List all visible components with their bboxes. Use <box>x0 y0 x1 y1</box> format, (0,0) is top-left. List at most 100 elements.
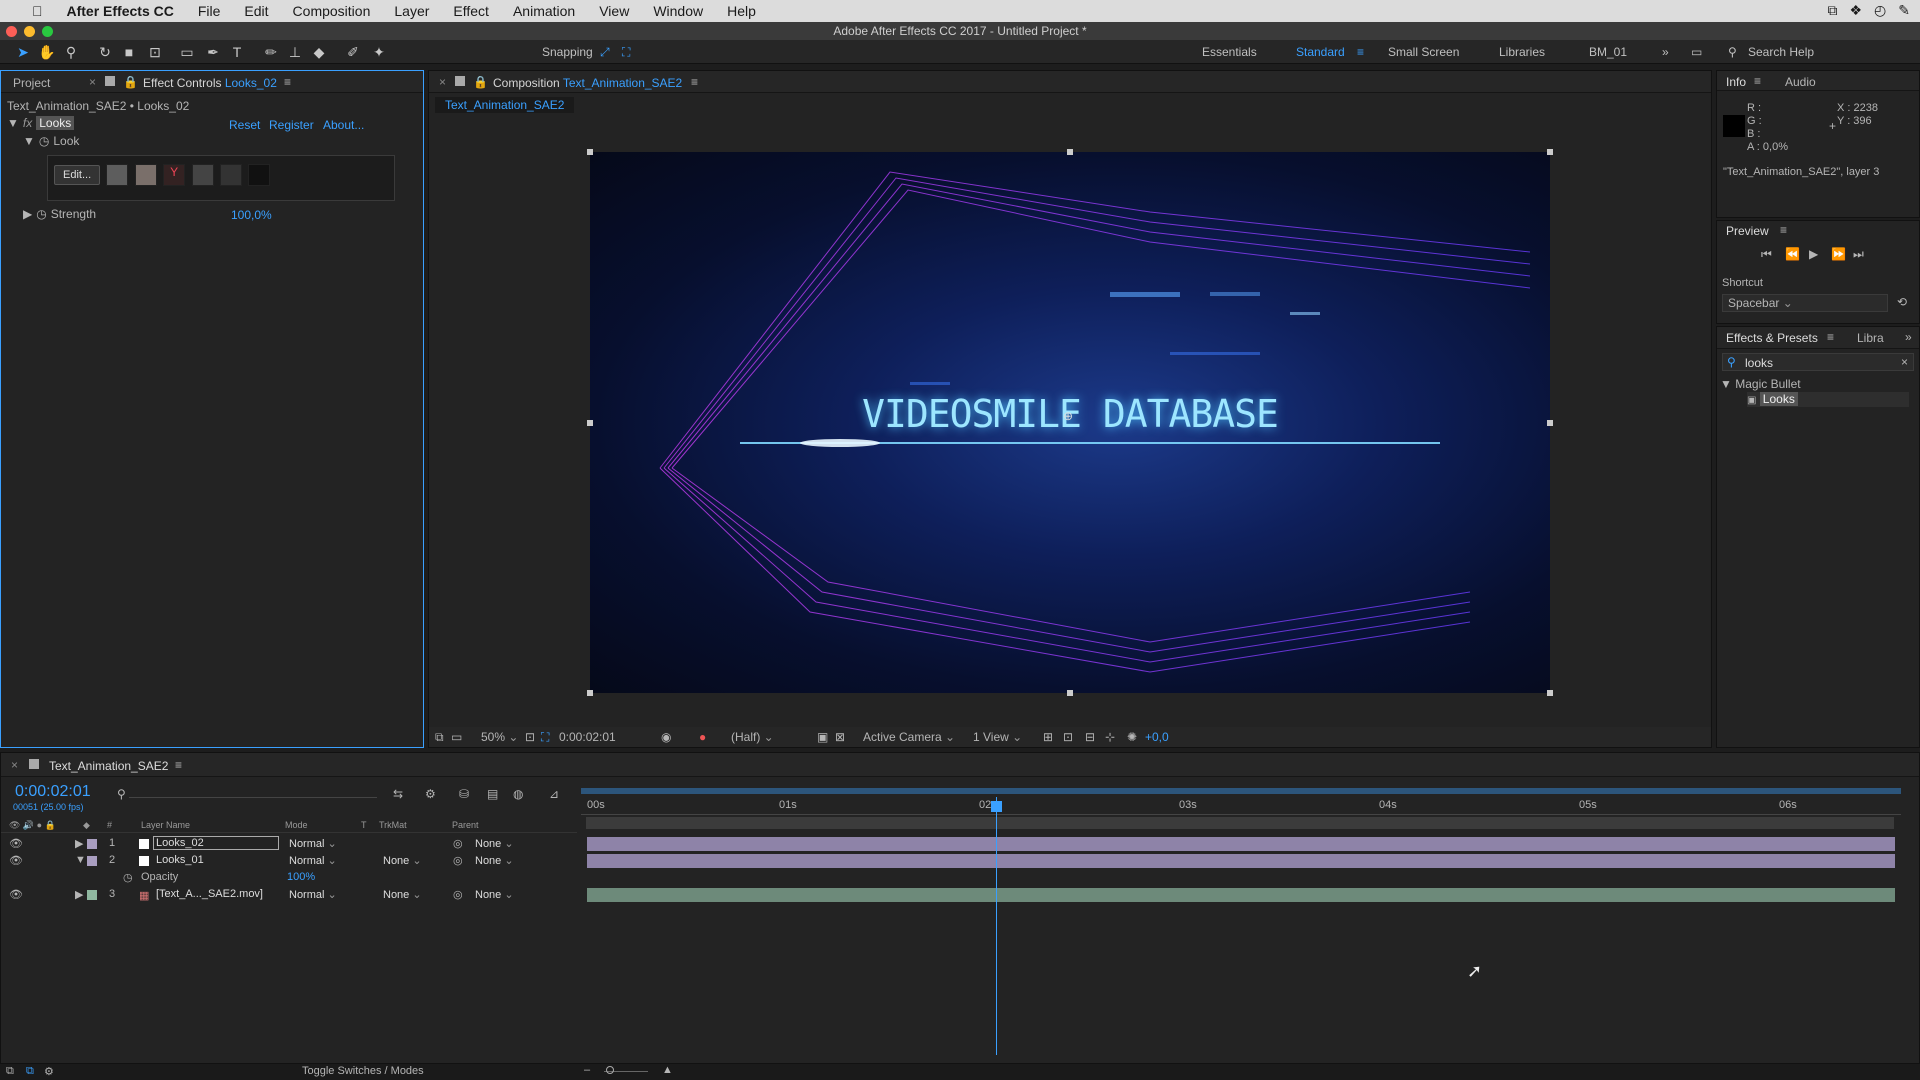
transparency-grid-icon[interactable]: ▣ <box>817 730 828 744</box>
apple-icon[interactable]:  <box>20 3 55 19</box>
menu-composition[interactable]: Composition <box>281 3 383 19</box>
always-preview-icon[interactable]: ⧉ <box>435 730 444 745</box>
effects-search-box[interactable]: ⚲ looks × <box>1722 353 1914 371</box>
dropbox-icon[interactable]: ❖ <box>1849 2 1862 19</box>
layer-bar[interactable] <box>587 837 1895 851</box>
previous-frame-icon[interactable]: ⏪ <box>1785 247 1800 261</box>
play-icon[interactable]: ▶ <box>1809 247 1818 261</box>
type-tool-icon[interactable]: T <box>228 43 246 61</box>
panel-menu-icon[interactable]: ≡ <box>1780 223 1787 237</box>
zoom-in-icon[interactable]: ▲ <box>662 1064 673 1076</box>
layer-row[interactable]: 👁 ▼ 2 Looks_01 Normal None ◎ None <box>1 853 577 869</box>
close-tab-icon[interactable]: × <box>11 758 18 772</box>
expand-triangle-icon[interactable]: ▼ <box>23 134 35 148</box>
camera-tool-icon[interactable]: ■ <box>120 43 138 61</box>
rotate-tool-icon[interactable]: ↻ <box>96 43 114 61</box>
reset-link[interactable]: Reset <box>229 118 260 132</box>
panel-menu-icon[interactable]: ≡ <box>1754 74 1761 88</box>
hand-tool-icon[interactable]: ✋ <box>38 43 56 61</box>
layer-name[interactable]: [Text_A..._SAE2.mov] <box>156 888 263 900</box>
snapping-edge-icon[interactable]: ⤢ <box>600 45 610 60</box>
monitor-icon[interactable]: ▭ <box>451 730 462 744</box>
menu-animation[interactable]: Animation <box>501 3 587 19</box>
lock-icon[interactable]: 🔒 <box>473 75 488 89</box>
reset-exposure-icon[interactable]: ✺ <box>1127 730 1137 744</box>
more-tabs-icon[interactable]: » <box>1905 330 1912 344</box>
transfer-controls-icon[interactable]: ⧉ <box>26 1065 34 1078</box>
opacity-value[interactable]: 100% <box>287 871 315 883</box>
flowchart-icon[interactable]: ⊹ <box>1105 730 1115 744</box>
menu-effect[interactable]: Effect <box>441 3 501 19</box>
selection-tool-icon[interactable]: ➤ <box>14 43 32 61</box>
tab-project[interactable]: Project <box>13 76 50 90</box>
tab-info[interactable]: Info <box>1726 75 1746 89</box>
region-icon[interactable]: ⛶ <box>541 730 549 745</box>
fast-preview-icon[interactable]: ⊡ <box>1063 730 1073 744</box>
stopwatch-icon[interactable]: ◷ <box>39 134 49 148</box>
register-link[interactable]: Register <box>269 118 314 132</box>
layer-search-icon[interactable]: ⚲ <box>117 787 126 801</box>
layer-bar[interactable] <box>587 854 1895 868</box>
expand-triangle-icon[interactable]: ▼ <box>75 854 86 866</box>
expand-triangle-icon[interactable]: ▶ <box>75 837 83 850</box>
label-color-swatch[interactable] <box>87 890 97 900</box>
panel-menu-icon[interactable]: ≡ <box>1827 330 1834 344</box>
transform-handle[interactable] <box>1067 690 1073 696</box>
time-machine-icon[interactable]: ◴ <box>1874 2 1886 19</box>
graph-editor-icon[interactable]: ⊿ <box>549 787 559 801</box>
transform-handle[interactable] <box>1067 149 1073 155</box>
label-color-swatch[interactable] <box>87 839 97 849</box>
menu-view[interactable]: View <box>587 3 641 19</box>
zoom-window-button[interactable] <box>42 26 53 37</box>
resolution-dropdown[interactable]: (Half) <box>731 730 774 744</box>
pen-tool-icon[interactable]: ✒ <box>204 43 222 61</box>
fit-icon[interactable]: ⊡ <box>525 730 535 744</box>
tab-timeline-comp[interactable]: Text_Animation_SAE2 <box>49 759 168 773</box>
menu-window[interactable]: Window <box>641 3 715 19</box>
tab-libraries[interactable]: Libra <box>1857 331 1884 345</box>
close-window-button[interactable] <box>6 26 17 37</box>
playhead-handle[interactable] <box>991 801 1002 812</box>
comp-timecode[interactable]: 0:00:02:01 <box>559 730 616 744</box>
transform-handle[interactable] <box>587 420 593 426</box>
tab-composition[interactable]: Composition Text_Animation_SAE2 <box>493 76 682 90</box>
close-tab-icon[interactable]: × <box>89 75 96 89</box>
minimize-window-button[interactable] <box>24 26 35 37</box>
time-ruler[interactable]: 00s 01s 02s 03s 04s 05s 06s <box>581 797 1901 815</box>
layer-bar[interactable] <box>587 888 1895 902</box>
comp-sub-tab[interactable]: Text_Animation_SAE2 <box>435 97 575 113</box>
current-timecode[interactable]: 0:00:02:01 <box>15 783 91 801</box>
effect-item-looks[interactable]: ▣ Looks <box>1747 392 1909 407</box>
stopwatch-icon[interactable]: ◷ <box>36 207 46 221</box>
menu-file[interactable]: File <box>186 3 233 19</box>
parent-dropdown[interactable]: None <box>475 837 559 850</box>
more-workspaces-icon[interactable]: » <box>1662 45 1669 59</box>
pan-behind-tool-icon[interactable]: ⊡ <box>146 43 164 61</box>
layer-search-field[interactable] <box>129 797 377 798</box>
roto-brush-tool-icon[interactable]: ✐ <box>344 43 362 61</box>
visibility-eye-icon[interactable]: 👁 <box>9 854 23 867</box>
transform-handle[interactable] <box>1547 149 1553 155</box>
reset-shortcut-icon[interactable]: ⟲ <box>1897 295 1907 309</box>
clear-search-icon[interactable]: × <box>1901 355 1908 369</box>
zoom-slider-handle[interactable] <box>606 1066 614 1074</box>
pen-icon[interactable]: ✎ <box>1898 2 1910 19</box>
app-menu[interactable]: After Effects CC <box>55 3 186 19</box>
tab-effect-controls[interactable]: Effect Controls Looks_02 <box>143 76 277 90</box>
snapshot-icon[interactable]: ◉ <box>661 730 671 744</box>
rectangle-tool-icon[interactable]: ▭ <box>178 43 196 61</box>
transform-handle[interactable] <box>1547 690 1553 696</box>
workspace-essentials[interactable]: Essentials <box>1202 45 1257 59</box>
view-layout-dropdown[interactable]: 1 View <box>973 730 1022 744</box>
clone-stamp-tool-icon[interactable]: ⊥ <box>286 43 304 61</box>
transform-handle[interactable] <box>587 690 593 696</box>
transform-handle[interactable] <box>587 149 593 155</box>
shortcut-dropdown[interactable]: Spacebar <box>1722 294 1888 312</box>
expand-triangle-icon[interactable]: ▼ <box>7 116 19 130</box>
mask-visibility-icon[interactable]: ⊠ <box>835 730 845 744</box>
frame-blending-icon[interactable]: ▤ <box>487 787 498 801</box>
work-area-bar[interactable] <box>581 788 1901 794</box>
mode-dropdown[interactable]: Normal <box>289 837 337 850</box>
zoom-out-icon[interactable]: – <box>584 1064 590 1076</box>
menu-help[interactable]: Help <box>715 3 768 19</box>
